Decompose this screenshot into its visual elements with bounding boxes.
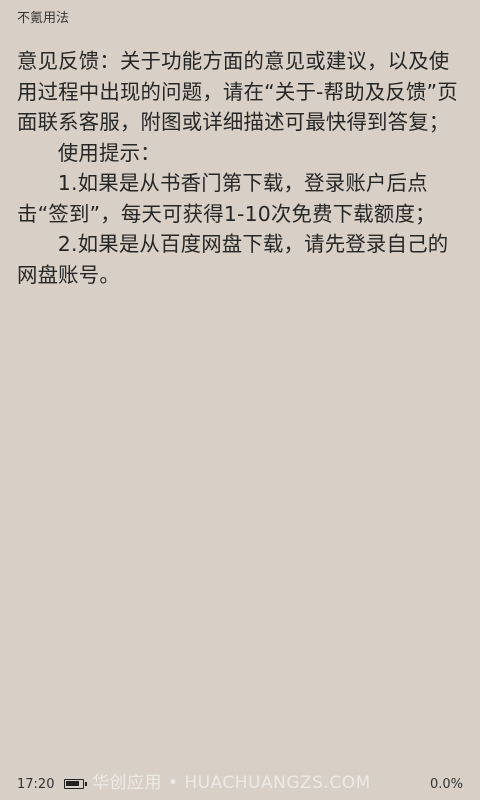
paragraph-tip-2: 2.如果是从百度网盘下载，请先登录自己的网盘账号。 [17,232,449,287]
paragraph-tips-heading: 使用提示： [57,140,161,165]
reading-progress: 0.0% [429,777,463,792]
reader-status-bar: 17:20 华创应用 • HUACHUANGZS.COM 0.0% [0,768,480,800]
clock-time: 17:20 [17,777,55,792]
reader-text-area[interactable]: 意见反馈：关于功能方面的意见或建议，以及使用过程中出现的问题，请在“关于-帮助及… [17,46,465,290]
battery-level-fill [66,781,79,786]
battery-tip [85,782,87,786]
watermark-text: 华创应用 • HUACHUANGZS.COM [92,773,371,793]
battery-icon [64,779,87,789]
book-title: 不氪用法 [17,11,70,26]
reader-header: 不氪用法 [0,0,480,38]
paragraph-tip-1: 1.如果是从书香门第下载，登录账户后点击“签到”，每天可获得1-10次免费下载额… [17,171,436,226]
paragraph-feedback: 意见反馈：关于功能方面的意见或建议，以及使用过程中出现的问题，请在“关于-帮助及… [17,49,458,134]
